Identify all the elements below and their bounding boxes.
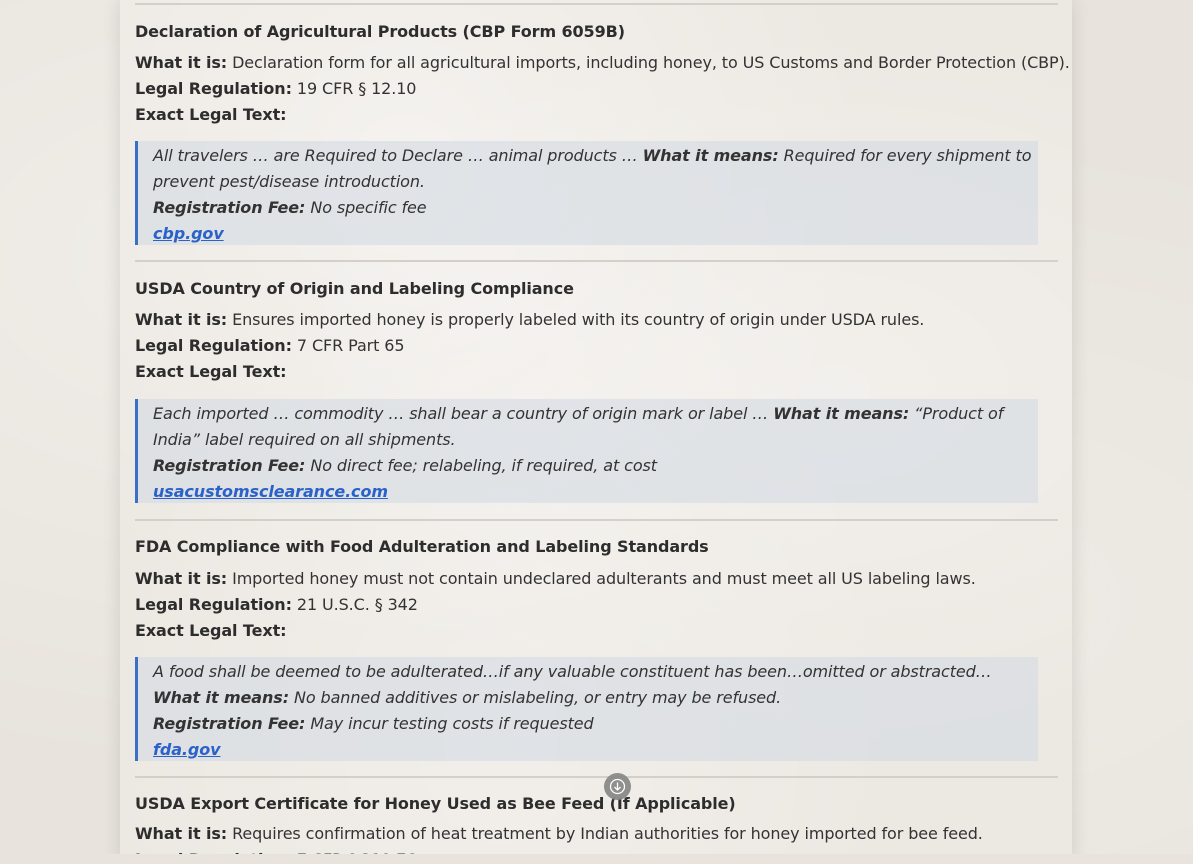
what-it-is-line: What it is: Ensures imported honey is pr… <box>135 310 924 329</box>
exact-legal-text-heading: Exact Legal Text: <box>135 621 287 640</box>
section-title: USDA Export Certificate for Honey Used a… <box>135 794 736 813</box>
exact-legal-text-label: Exact Legal Text: <box>135 621 287 640</box>
legal-regulation-label: Legal Regulation: <box>135 336 292 355</box>
registration-fee-label: Registration Fee: <box>153 198 306 217</box>
section-title: USDA Country of Origin and Labeling Comp… <box>135 279 574 298</box>
what-it-is-text: Declaration form for all agricultural im… <box>232 53 1070 72</box>
what-it-is-text: Imported honey must not contain undeclar… <box>232 569 976 588</box>
section-title: Declaration of Agricultural Products (CB… <box>135 22 625 41</box>
registration-fee-line: Registration Fee: No specific fee <box>153 195 1038 221</box>
what-it-is-label: What it is: <box>135 569 228 588</box>
registration-fee-label: Registration Fee: <box>153 456 306 475</box>
what-it-means-label: What it means: <box>773 404 910 423</box>
what-it-is-text: Ensures imported honey is properly label… <box>232 310 925 329</box>
quote-text: All travelers … are Required to Declare … <box>153 146 643 165</box>
what-it-means-label: What it means: <box>642 146 779 165</box>
what-it-means-label: What it means: <box>153 688 289 707</box>
what-it-is-line: What it is: Declaration form for all agr… <box>135 53 1070 72</box>
regulation-section: USDA Country of Origin and Labeling Comp… <box>135 260 1058 519</box>
quote-body: A food shall be deemed to be adulterated… <box>153 657 1038 711</box>
legal-regulation-line: Legal Regulation: 7 CFR Part 65 <box>135 336 405 355</box>
legal-regulation-text: 21 U.S.C. § 342 <box>296 595 418 614</box>
bottom-edge <box>0 854 1193 864</box>
what-it-means-text: No banned additives or mislabeling, or e… <box>289 688 782 707</box>
quote-body: Each imported … commodity … shall bear a… <box>153 399 1038 453</box>
quote-text: A food shall be deemed to be adulterated… <box>153 662 992 681</box>
registration-fee-text: No specific fee <box>305 198 427 217</box>
what-it-is-line: What it is: Requires confirmation of hea… <box>135 824 983 843</box>
source-link[interactable]: cbp.gov <box>153 224 224 243</box>
what-it-is-label: What it is: <box>135 824 228 843</box>
exact-legal-text-label: Exact Legal Text: <box>135 362 287 381</box>
what-it-is-text: Requires confirmation of heat treatment … <box>232 824 983 843</box>
exact-legal-text-heading: Exact Legal Text: <box>135 105 287 124</box>
document-content: Declaration of Agricultural Products (CB… <box>135 3 1070 864</box>
what-it-is-label: What it is: <box>135 310 228 329</box>
registration-fee-line: Registration Fee: May incur testing cost… <box>153 711 1038 737</box>
legal-regulation-text: 7 CFR Part 65 <box>296 336 405 355</box>
registration-fee-label: Registration Fee: <box>153 714 306 733</box>
regulation-section: Declaration of Agricultural Products (CB… <box>135 3 1070 260</box>
registration-fee-text: No direct fee; relabeling, if required, … <box>305 456 657 475</box>
document-page: Declaration of Agricultural Products (CB… <box>120 0 1072 864</box>
quote-text: Each imported … commodity … shall bear a… <box>153 404 774 423</box>
source-link[interactable]: fda.gov <box>153 740 221 759</box>
exact-legal-text-label: Exact Legal Text: <box>135 105 287 124</box>
regulation-section: FDA Compliance with Food Adulteration an… <box>135 519 1058 776</box>
legal-quote-block: A food shall be deemed to be adulterated… <box>135 657 1038 761</box>
section-title: FDA Compliance with Food Adulteration an… <box>135 537 709 556</box>
what-it-is-label: What it is: <box>135 53 228 72</box>
legal-regulation-text: 19 CFR § 12.10 <box>296 79 417 98</box>
source-link[interactable]: usacustomsclearance.com <box>153 482 388 501</box>
legal-quote-block: Each imported … commodity … shall bear a… <box>135 399 1038 503</box>
legal-regulation-label: Legal Regulation: <box>135 79 292 98</box>
registration-fee-line: Registration Fee: No direct fee; relabel… <box>153 453 1038 479</box>
legal-regulation-label: Legal Regulation: <box>135 595 292 614</box>
exact-legal-text-heading: Exact Legal Text: <box>135 362 287 381</box>
what-it-is-line: What it is: Imported honey must not cont… <box>135 569 976 588</box>
quote-body: All travelers … are Required to Declare … <box>153 141 1038 195</box>
legal-quote-block: All travelers … are Required to Declare … <box>135 141 1038 245</box>
registration-fee-text: May incur testing costs if requested <box>305 714 594 733</box>
scroll-down-button[interactable] <box>604 773 631 800</box>
regulation-section: USDA Export Certificate for Honey Used a… <box>135 776 1058 864</box>
legal-regulation-line: Legal Regulation: 19 CFR § 12.10 <box>135 79 416 98</box>
legal-regulation-line: Legal Regulation: 21 U.S.C. § 342 <box>135 595 418 614</box>
arrow-down-icon <box>609 778 626 795</box>
